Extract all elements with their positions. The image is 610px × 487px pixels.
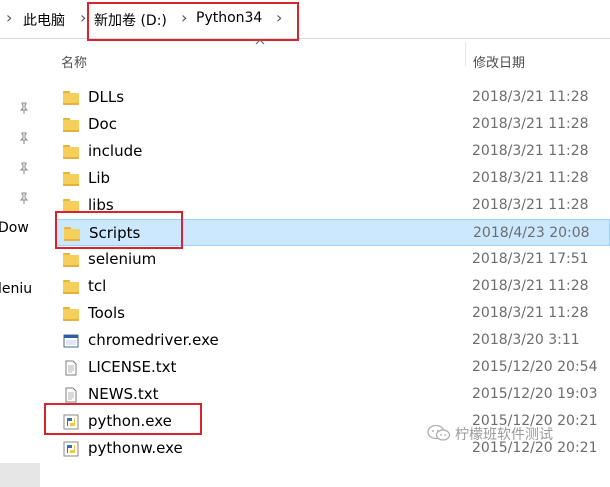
nav-item-selenium[interactable]: leniu	[0, 281, 32, 297]
folder-icon	[64, 226, 80, 242]
file-name: Scripts	[89, 224, 141, 242]
column-header-bar: 名称 修改日期	[40, 39, 610, 79]
nav-scroll-thumb[interactable]	[0, 463, 40, 487]
file-row[interactable]: selenium 2018/3/21 17:51	[55, 246, 610, 273]
file-name: python.exe	[88, 412, 172, 430]
file-row[interactable]: Doc 2018/3/21 11:28	[55, 111, 610, 138]
file-row[interactable]: Tools 2018/3/21 11:28	[55, 300, 610, 327]
python-icon	[63, 441, 79, 457]
column-divider[interactable]	[465, 42, 466, 66]
breadcrumb-drive-d[interactable]: 新加卷 (D:)	[94, 10, 167, 30]
python-icon	[63, 414, 79, 430]
file-row[interactable]: NEWS.txt 2015/12/20 19:03	[55, 381, 610, 408]
file-row[interactable]: LICENSE.txt 2015/12/20 20:54	[55, 354, 610, 381]
folder-icon	[63, 171, 79, 187]
file-date: 2018/4/23 20:08	[473, 225, 590, 241]
file-name: Tools	[88, 304, 125, 322]
file-name: tcl	[88, 277, 107, 295]
nav-item-downloads[interactable]: Dow	[0, 220, 29, 236]
wechat-icon	[427, 424, 451, 441]
column-header-date[interactable]: 修改日期	[473, 52, 525, 71]
file-row[interactable]: Scripts 2018/4/23 20:08	[55, 219, 610, 246]
file-date: 2018/3/21 11:28	[472, 305, 589, 321]
file-date: 2018/3/21 11:28	[472, 116, 589, 132]
file-date: 2018/3/21 11:28	[472, 197, 589, 213]
file-name: LICENSE.txt	[88, 358, 177, 376]
file-row[interactable]: Lib 2018/3/21 11:28	[55, 165, 610, 192]
pin-icon[interactable]	[18, 102, 30, 114]
file-date: 2018/3/20 3:11	[472, 332, 580, 348]
folder-icon	[63, 198, 79, 214]
sort-ascending-icon	[255, 39, 265, 45]
file-name: Doc	[88, 115, 117, 133]
exe-window-icon	[63, 333, 79, 349]
breadcrumb-python34[interactable]: Python34	[196, 10, 262, 26]
file-name: chromedriver.exe	[88, 331, 219, 349]
folder-icon	[63, 306, 79, 322]
file-date: 2015/12/20 19:03	[472, 386, 598, 402]
file-name: selenium	[88, 250, 157, 268]
chevron-right-icon[interactable]: ›	[276, 8, 282, 27]
file-row[interactable]: include 2018/3/21 11:28	[55, 138, 610, 165]
file-name: libs	[88, 196, 114, 214]
file-name: DLLs	[88, 88, 125, 106]
folder-icon	[63, 117, 79, 133]
watermark-text: 柠檬班软件测试	[455, 427, 553, 443]
chevron-right-icon[interactable]: ›	[6, 8, 12, 27]
chevron-right-icon[interactable]: ›	[80, 8, 86, 27]
chevron-right-icon[interactable]: ›	[181, 8, 187, 27]
pin-icon[interactable]	[18, 132, 30, 144]
file-date: 2018/3/21 17:51	[472, 251, 589, 267]
column-header-name[interactable]: 名称	[61, 52, 87, 71]
file-name: Lib	[88, 169, 111, 187]
folder-icon	[63, 252, 79, 268]
file-date: 2018/3/21 11:28	[472, 278, 589, 294]
text-file-icon	[63, 360, 79, 376]
folder-icon	[63, 144, 79, 160]
file-row[interactable]: DLLs 2018/3/21 11:28	[55, 84, 610, 111]
address-bar[interactable]: › 此电脑 › 新加卷 (D:) › Python34 ›	[0, 0, 610, 41]
file-date: 2018/3/21 11:28	[472, 89, 589, 105]
folder-icon	[63, 279, 79, 295]
file-name: pythonw.exe	[88, 439, 183, 457]
navigation-pane[interactable]: Dow leniu	[0, 39, 40, 487]
file-date: 2015/12/20 20:54	[472, 359, 598, 375]
pin-icon[interactable]	[18, 192, 30, 204]
pin-icon[interactable]	[18, 162, 30, 174]
file-row[interactable]: libs 2018/3/21 11:28	[55, 192, 610, 219]
file-name: NEWS.txt	[88, 385, 159, 403]
file-row[interactable]: tcl 2018/3/21 11:28	[55, 273, 610, 300]
breadcrumb-this-pc[interactable]: 此电脑	[23, 10, 65, 30]
file-date: 2018/3/21 11:28	[472, 143, 589, 159]
file-date: 2018/3/21 11:28	[472, 170, 589, 186]
file-row[interactable]: chromedriver.exe 2018/3/20 3:11	[55, 327, 610, 354]
folder-icon	[63, 90, 79, 106]
text-file-icon	[63, 387, 79, 403]
file-name: include	[88, 142, 143, 160]
